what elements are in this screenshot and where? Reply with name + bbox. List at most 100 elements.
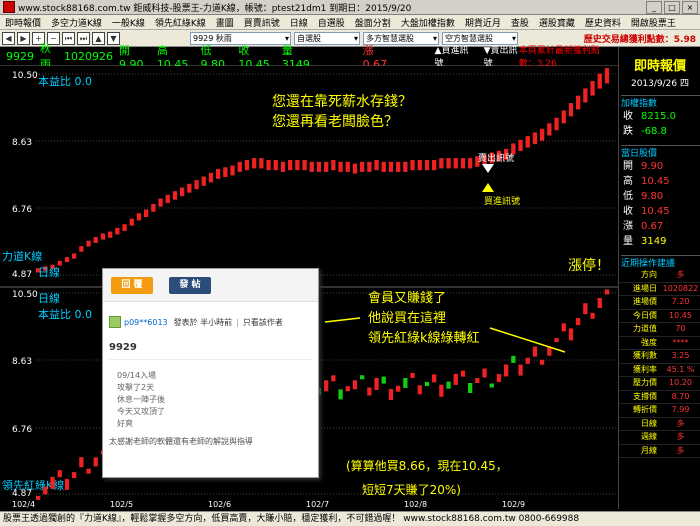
op-value: 多 <box>676 418 685 428</box>
op-value: 多 <box>676 270 685 279</box>
op-value: 7.20 <box>671 297 690 306</box>
first-icon[interactable]: ⏮ <box>62 31 75 45</box>
annotation: 會員又賺錢了 <box>368 290 446 306</box>
menu-item[interactable]: 歷史資料 <box>580 15 626 29</box>
force-k-bar <box>64 257 70 263</box>
force-k-bar <box>108 231 113 238</box>
force-k-bar <box>590 81 595 96</box>
chg-label: 漲 <box>623 221 633 232</box>
lead-k-bar <box>496 374 502 382</box>
lead-k-bar <box>511 355 516 363</box>
lead-k-bar <box>518 364 523 376</box>
force-k-bar <box>223 167 228 178</box>
force-k-bar <box>576 95 581 110</box>
menu-item[interactable]: 日線 <box>285 15 313 29</box>
quote-date: 1020926 <box>63 49 113 63</box>
user-icon <box>109 316 121 328</box>
view-author-link[interactable]: 只看該作者 <box>243 317 283 328</box>
op-label: 月線 <box>641 445 657 455</box>
menu-item[interactable]: 選股寶藏 <box>534 15 580 29</box>
force-k-bar <box>180 187 185 197</box>
op-row: 強度 **** <box>619 337 700 350</box>
quote-code: 9929 <box>6 49 34 63</box>
post-button[interactable]: 發 帖 <box>169 276 211 294</box>
lead-k-bar <box>532 346 538 357</box>
op-row: 進場日 1020822 <box>619 283 700 296</box>
lead-k-bar <box>360 375 365 380</box>
post-line: 好爽 <box>117 419 133 428</box>
menu-item[interactable]: 畫圖 <box>211 15 239 29</box>
low-label: 低 <box>623 191 633 202</box>
op-label: 進場日 <box>633 283 657 293</box>
panel-date: 2013/9/26 四 <box>630 79 689 89</box>
lead-k-bar <box>396 385 401 392</box>
lead-k-bar <box>446 381 451 389</box>
force-k-bar <box>468 158 473 169</box>
lead-k-bar <box>381 376 386 384</box>
force-k-bar <box>583 88 588 103</box>
last-icon[interactable]: ⏭ <box>77 31 90 45</box>
op-value: **** <box>672 337 689 347</box>
prev-icon[interactable]: ◀ <box>2 31 15 45</box>
menu-item[interactable]: 大盤加權指數 <box>396 15 460 29</box>
force-k-bar <box>237 161 242 172</box>
lead-k-bar <box>475 378 480 383</box>
lead-k-bar <box>432 374 437 383</box>
section-title: 加權指數 <box>621 95 700 109</box>
menu-item[interactable]: 一般K線 <box>107 15 150 29</box>
force-k-bar <box>417 160 422 171</box>
force-k-bar <box>244 160 250 171</box>
op-label: 壓力價 <box>633 378 657 387</box>
post-line: 攻擊了2天 <box>117 383 155 392</box>
idx-chg-label: 跌 <box>623 126 633 137</box>
op-label: 強度 <box>641 337 657 347</box>
force-k-bar <box>273 160 278 171</box>
lead-k-bar <box>489 383 494 388</box>
op-row: 轉折價 7.99 <box>619 404 700 418</box>
lead-k-bar <box>604 289 610 295</box>
idx-close-label: 收 <box>623 111 633 122</box>
close-icon[interactable]: × <box>682 1 698 14</box>
up-icon[interactable]: ▲ <box>92 31 105 45</box>
vol-label: 量 <box>623 236 633 247</box>
section-title: 當日股價 <box>621 145 700 159</box>
menu-item[interactable]: 買賣訊號 <box>239 15 285 29</box>
x-tick: 102/7 <box>306 500 329 509</box>
minimize-icon[interactable]: _ <box>646 1 662 14</box>
lead-k-bar <box>554 338 559 343</box>
x-tick: 102/5 <box>110 500 133 509</box>
menu-item[interactable]: 開啟股票王 <box>626 15 681 29</box>
force-k-bar <box>460 158 466 169</box>
force-k-bar <box>194 180 199 190</box>
op-label: 獲利數 <box>633 351 657 360</box>
menu-item[interactable]: 多空力道K線 <box>46 15 107 29</box>
force-k-bar <box>208 172 214 183</box>
chart-name: 領先紅綠K線 <box>2 478 64 492</box>
menu-item[interactable]: 查股 <box>506 15 534 29</box>
force-k-bar <box>367 161 372 172</box>
sell-signal-label: 賣出訊號 <box>478 152 514 164</box>
menu-item[interactable]: 即時報價 <box>0 15 46 29</box>
lead-k-bar <box>540 359 545 365</box>
menu-item[interactable]: 期貨近月 <box>460 15 506 29</box>
lead-k-bar <box>64 478 70 490</box>
chg-value: 0.67 <box>641 221 664 232</box>
window-title: www.stock88168.com.tw 鉅威科技-股票王-力道K線，帳號：p… <box>18 3 412 14</box>
next-icon[interactable]: ▶ <box>17 31 30 45</box>
maximize-icon[interactable]: □ <box>664 1 680 14</box>
op-value: 3.25 <box>671 351 690 360</box>
force-k-bar <box>331 160 336 171</box>
force-k-bar <box>352 163 358 174</box>
menu-item[interactable]: 領先紅綠K線 <box>150 15 211 29</box>
lead-k-bar <box>460 370 466 377</box>
force-k-bar <box>396 161 401 172</box>
post-user[interactable]: p09**6013 <box>124 318 168 327</box>
menu-item[interactable]: 盤面分割 <box>350 15 396 29</box>
op-value: 45.1 % <box>666 364 695 374</box>
force-k-bar <box>144 209 149 217</box>
menu-item[interactable]: 自選股 <box>313 15 350 29</box>
reply-button[interactable]: 回 覆 <box>111 276 153 294</box>
section-title: 近期操作建議 <box>621 255 700 269</box>
force-k-bar <box>201 176 206 186</box>
force-k-bar <box>86 240 91 247</box>
